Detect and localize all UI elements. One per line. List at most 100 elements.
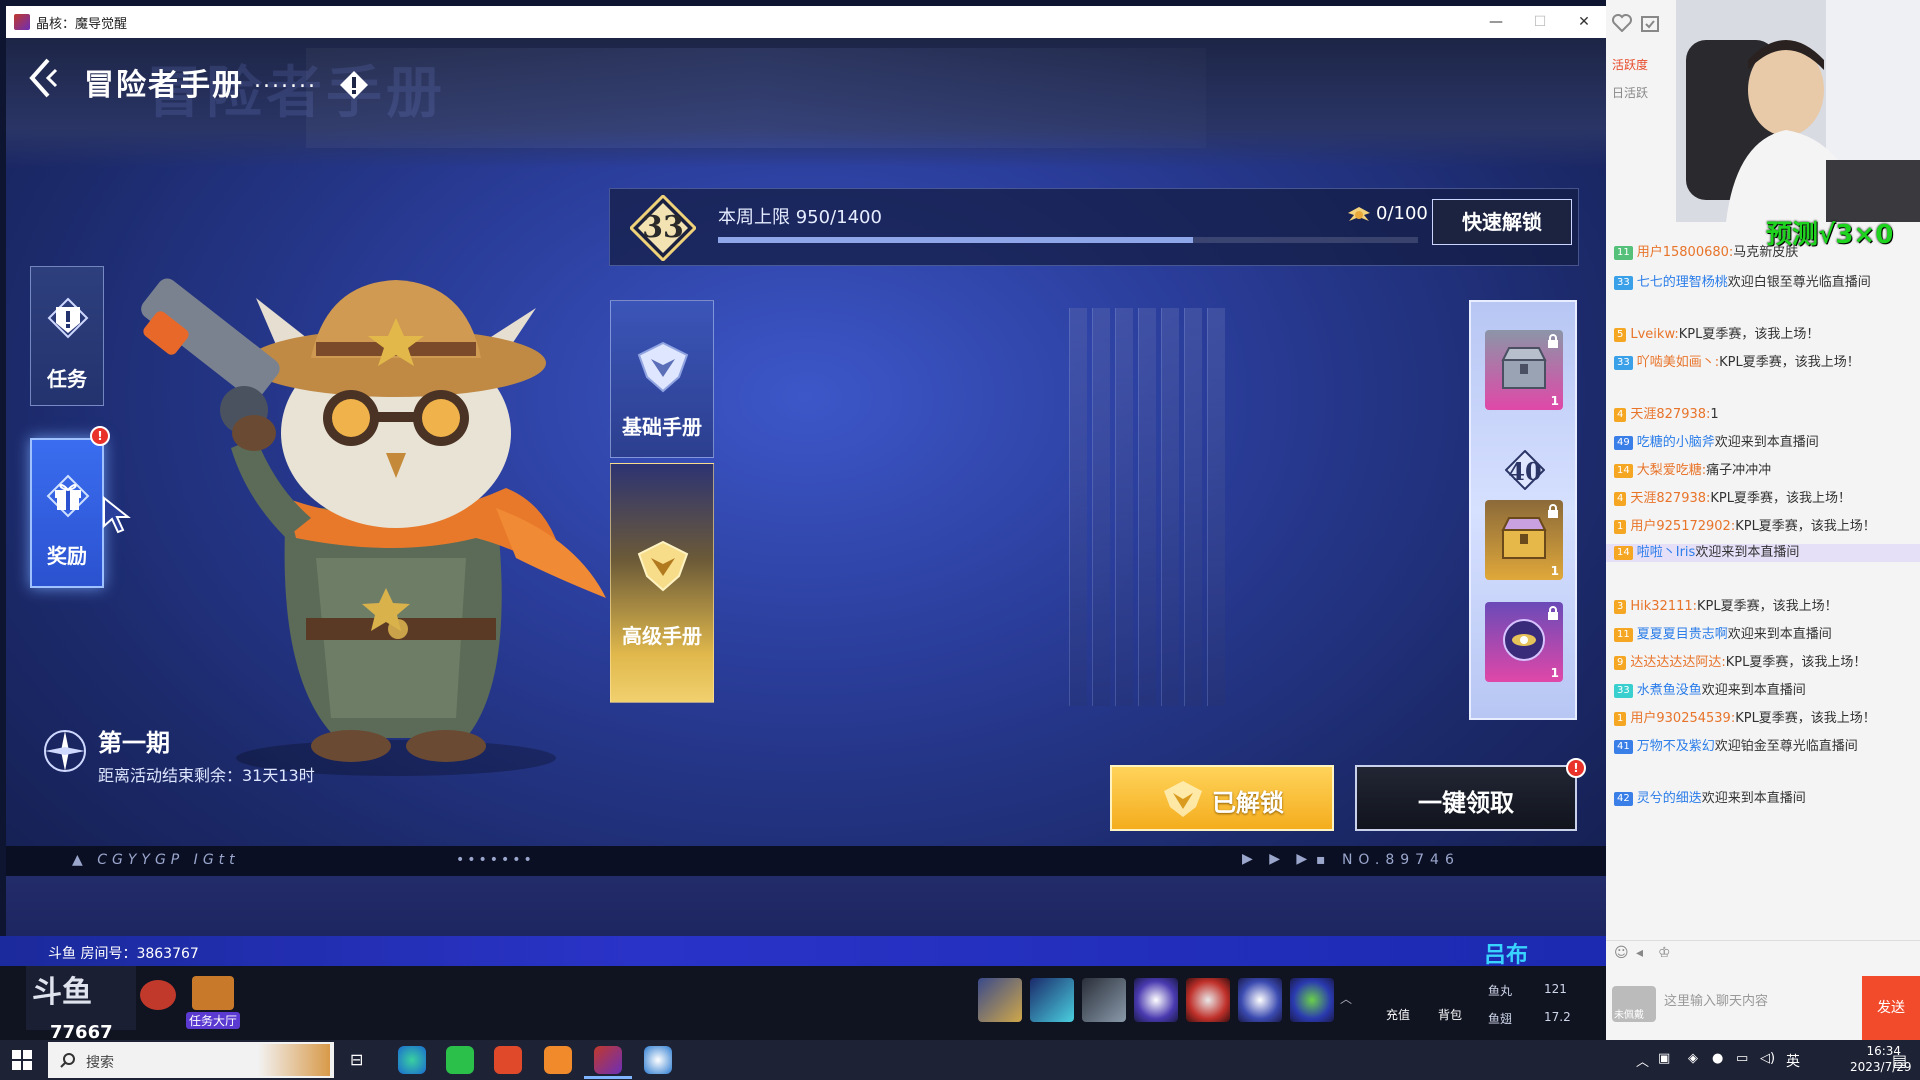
chat-username[interactable]: 万物不及紫幻: [1637, 739, 1715, 754]
megaphone-icon[interactable]: ◂: [1636, 945, 1643, 961]
rewards-tab[interactable]: 奖励: [30, 438, 104, 588]
claim-all-button[interactable]: 一键领取: [1355, 765, 1577, 831]
reward-orb[interactable]: 1: [1485, 602, 1563, 682]
chevron-up-icon[interactable]: ︿: [1340, 990, 1352, 1007]
tasks-tab[interactable]: 任务: [30, 266, 104, 406]
app-icon: [14, 14, 30, 30]
tray-shield-icon[interactable]: ◈: [1688, 1051, 1698, 1066]
stream-side-panel: 活跃度 日活跃 预测√3×0 11 用户15800680:马克新皮肤 33 七七的理智…: [1606, 0, 1920, 1040]
info-icon[interactable]: [339, 70, 369, 100]
chat-text: 欢迎来到本直播间: [1727, 627, 1832, 642]
chat-text: 痛子冲冲冲: [1706, 463, 1772, 478]
backpack-label[interactable]: 背包: [1438, 1006, 1462, 1023]
chat-username[interactable]: 水煮鱼没鱼: [1637, 683, 1702, 698]
period-countdown: 距离活动结束剩余：31天13时: [98, 766, 315, 785]
gift-slot-5-icon[interactable]: [1186, 978, 1230, 1022]
taskbar-search[interactable]: 搜索: [48, 1042, 334, 1078]
task-hall-label[interactable]: 任务大厅: [186, 1012, 241, 1029]
send-button[interactable]: 发送: [1862, 976, 1920, 1040]
heart-icon[interactable]: [1612, 14, 1632, 32]
input-method[interactable]: 英: [1786, 1051, 1800, 1071]
chat-message: 4 天涯827938:KPL夏季赛，该我上场！: [1606, 490, 1920, 508]
chat-username[interactable]: 大梨爱吃糖:: [1637, 463, 1706, 478]
app-orange-icon[interactable]: [544, 1046, 572, 1074]
fish-ball-value: 121: [1544, 982, 1567, 996]
chat-username[interactable]: 天涯827938:: [1630, 407, 1710, 422]
maximize-button[interactable]: ☐: [1518, 6, 1562, 38]
rewards-alert-badge: !: [90, 426, 110, 446]
chat-username[interactable]: 用户15800680:: [1637, 245, 1734, 260]
gold-wings-icon: [1164, 781, 1202, 817]
fan-level-badge: 11: [1614, 628, 1633, 642]
tasks-label: 任务: [47, 367, 87, 391]
fan-level-badge: 33: [1614, 356, 1633, 370]
quick-unlock-button[interactable]: 快速解锁: [1432, 199, 1572, 245]
fan-level-badge: 1: [1614, 712, 1627, 726]
fish-ball-label: 鱼丸: [1488, 984, 1513, 998]
windows-start-icon[interactable]: [12, 1050, 32, 1070]
tray-app-icon[interactable]: ▣: [1658, 1051, 1670, 1066]
app-red-icon[interactable]: [494, 1046, 522, 1074]
red-envelope-icon[interactable]: [140, 980, 176, 1010]
window-titlebar: 晶核：魔导觉醒 — ☐ ✕: [6, 6, 1606, 38]
chat-username[interactable]: 七七的理智杨桃: [1637, 275, 1728, 290]
volume-icon[interactable]: ◁): [1760, 1051, 1775, 1066]
chat-message: 33 水煮鱼没鱼欢迎来到本直播间: [1606, 682, 1920, 700]
chat-username[interactable]: Hik32111:: [1630, 599, 1697, 614]
notification-icon[interactable]: ▤: [1892, 1051, 1907, 1070]
chat-text: 欢迎来到本直播间: [1714, 435, 1819, 450]
chat-username[interactable]: 啦啦丶Iris: [1637, 545, 1696, 560]
minimize-button[interactable]: —: [1474, 6, 1518, 38]
back-arrow-icon[interactable]: [26, 56, 66, 100]
svg-text:斗鱼: 斗鱼: [32, 975, 92, 1010]
crown-icon[interactable]: ♔: [1658, 945, 1671, 961]
app-blue-icon[interactable]: [644, 1046, 672, 1074]
strip-code-right: ▪ NO.89746: [1316, 852, 1460, 868]
gift-slot-6-icon[interactable]: [1238, 978, 1282, 1022]
chat-input[interactable]: 这里输入聊天内容: [1664, 990, 1768, 1009]
fan-level-badge: 33: [1614, 684, 1633, 698]
close-button[interactable]: ✕: [1562, 6, 1606, 38]
gift-icon: [46, 474, 90, 518]
tray-chevron-icon[interactable]: ︿: [1636, 1051, 1649, 1070]
streamer-name: 吕布: [1484, 943, 1529, 968]
reward-count: 1: [1550, 394, 1559, 408]
calendar-check-icon[interactable]: [1640, 14, 1660, 32]
chat-username[interactable]: 吖啮美如画丶:: [1637, 355, 1719, 370]
tab-basic-manual[interactable]: 基础手册: [610, 300, 714, 458]
task-view-icon[interactable]: ⊟: [350, 1050, 363, 1069]
emoji-icon[interactable]: ☺: [1614, 945, 1629, 961]
recharge-label[interactable]: 充值: [1386, 1006, 1410, 1023]
windows-taskbar: 搜索 ⊟ ︿ ▣ ◈ ● ▭ ◁) 英 16:34 2023/7/29 ▤: [0, 1040, 1920, 1080]
chat-username[interactable]: 天涯827938:: [1630, 491, 1710, 506]
tab-advanced-manual[interactable]: 高级手册: [610, 463, 714, 703]
edge-browser-icon[interactable]: [398, 1046, 426, 1074]
gift-slot-1-icon[interactable]: [978, 978, 1022, 1022]
fan-badge-slot[interactable]: 未佩戴: [1612, 986, 1656, 1022]
game-app-icon[interactable]: [594, 1046, 622, 1074]
network-icon[interactable]: ▭: [1736, 1051, 1748, 1066]
week-progress-fill: [718, 237, 1194, 243]
chat-username[interactable]: 用户930254539:: [1630, 711, 1735, 726]
lock-icon: [1548, 504, 1558, 518]
chat-message: 9 达达达达达阿达:KPL夏季赛，该我上场！: [1606, 654, 1920, 672]
chat-username[interactable]: 夏夏夏目贵志啊: [1637, 627, 1728, 642]
chat-username[interactable]: 用户925172902:: [1630, 519, 1735, 534]
microphone-icon[interactable]: ●: [1712, 1051, 1723, 1066]
gift-slot-7-icon[interactable]: [1290, 978, 1334, 1022]
period-title: 第一期: [98, 729, 170, 757]
chat-username[interactable]: Lveikw:: [1630, 327, 1678, 342]
reward-gold-chest[interactable]: 1: [1485, 500, 1563, 580]
gift-slot-4-icon[interactable]: [1134, 978, 1178, 1022]
gift-slot-2-icon[interactable]: [1030, 978, 1074, 1022]
chat-username[interactable]: 吃糖的小脑斧: [1637, 435, 1715, 450]
page-title: 冒险者手册: [84, 68, 244, 103]
wechat-icon[interactable]: [446, 1046, 474, 1074]
reward-steel-chest[interactable]: 1: [1485, 330, 1563, 410]
gift-slot-3-icon[interactable]: [1082, 978, 1126, 1022]
unlocked-button[interactable]: 已解锁: [1110, 765, 1334, 831]
chat-username[interactable]: 灵兮的细迭: [1637, 791, 1702, 806]
chat-username[interactable]: 达达达达达阿达:: [1630, 655, 1725, 670]
chat-message: 42 灵兮的细迭欢迎来到本直播间: [1606, 790, 1920, 808]
task-hall-icon[interactable]: [192, 976, 234, 1010]
